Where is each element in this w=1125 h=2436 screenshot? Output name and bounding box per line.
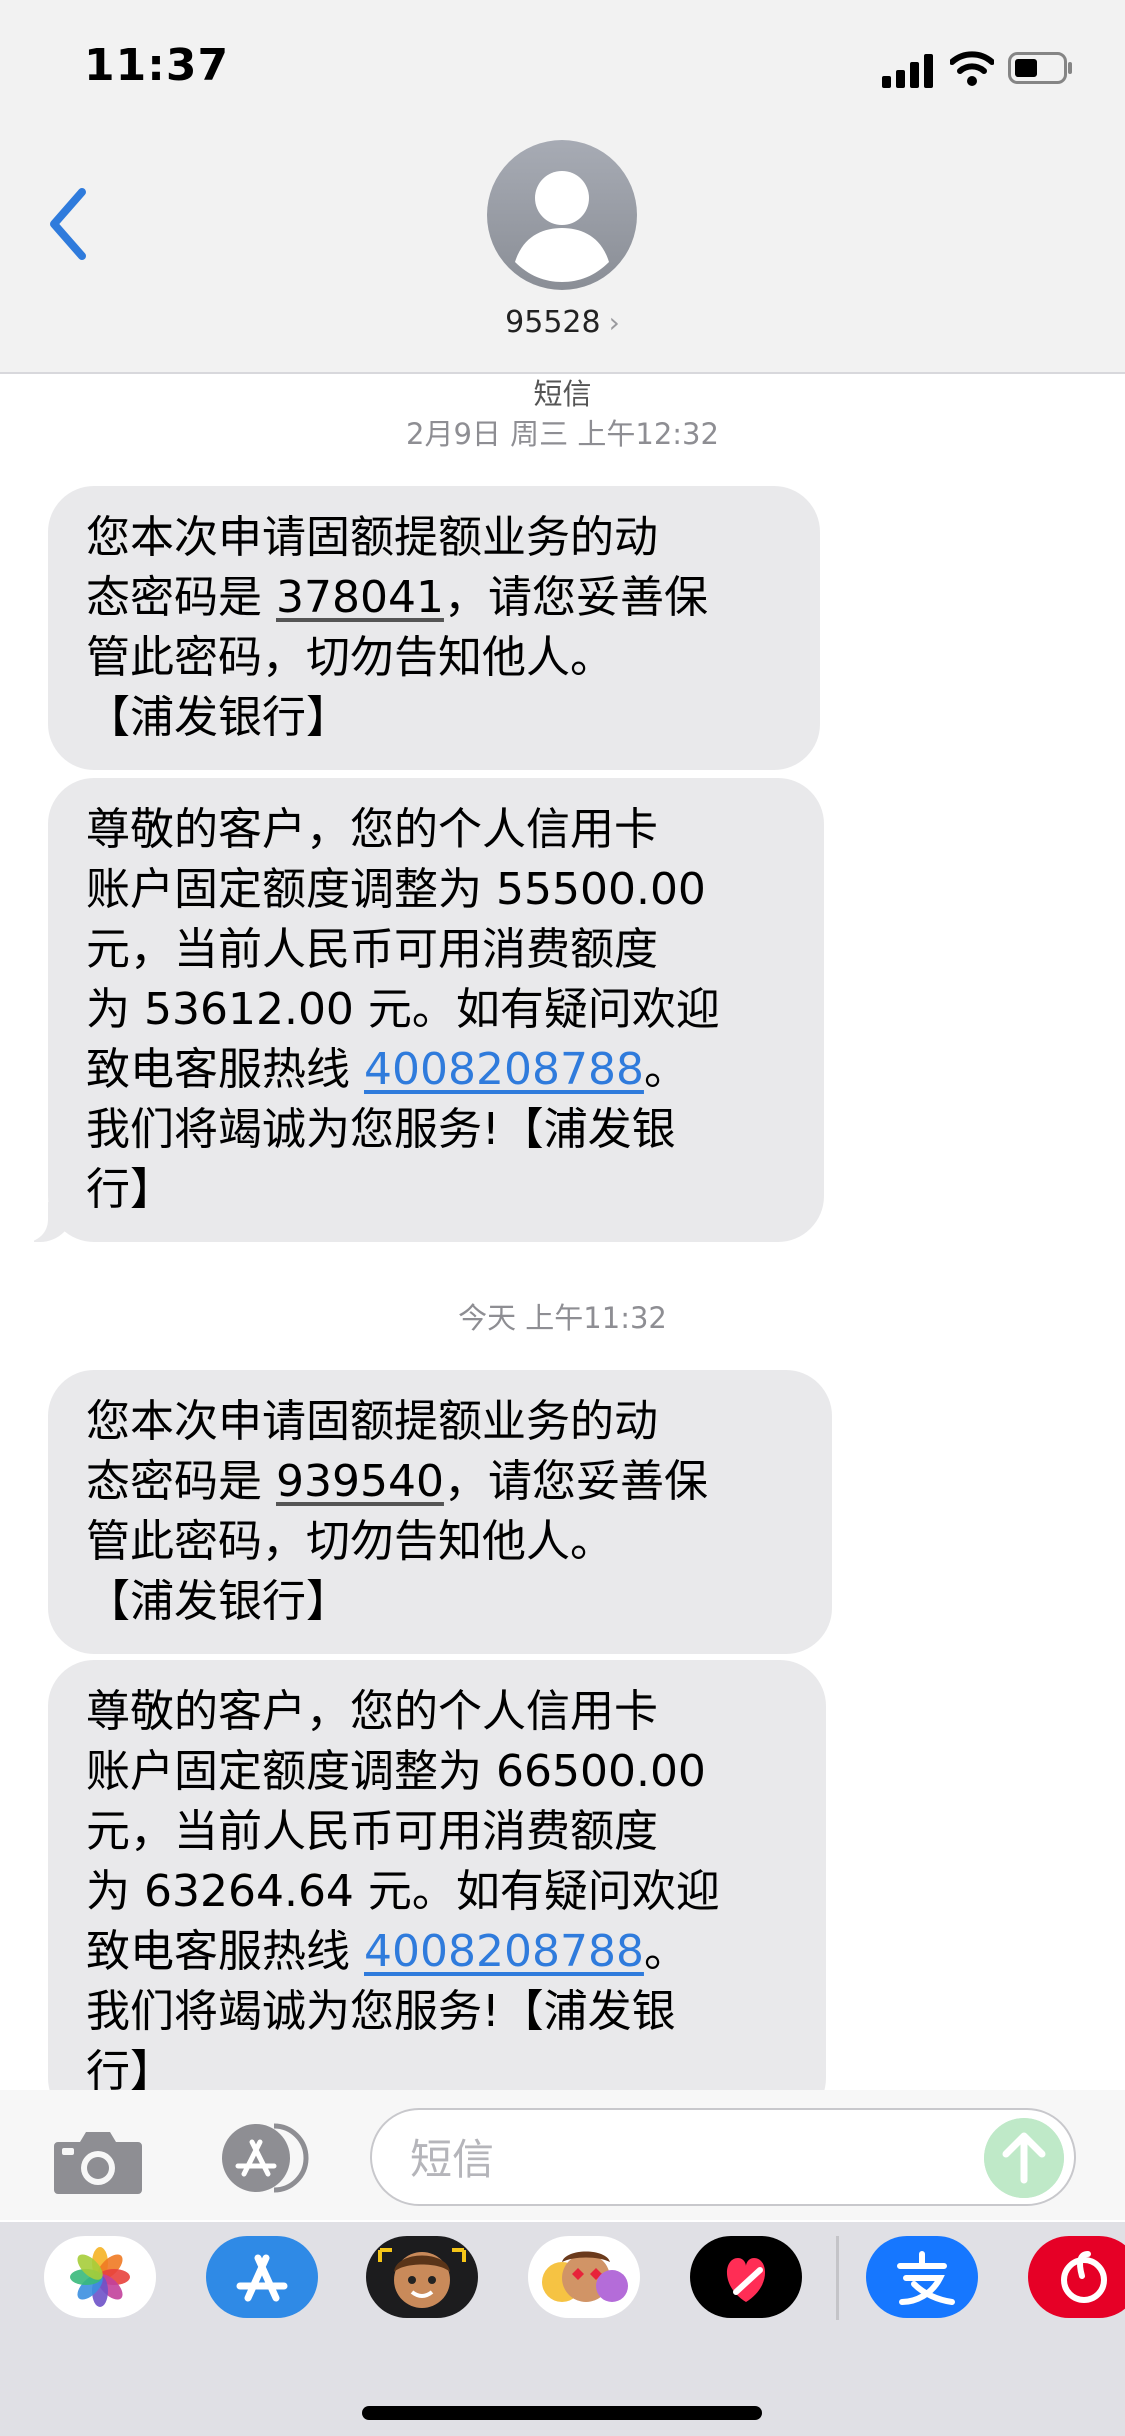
camera-icon[interactable]	[52, 2126, 144, 2196]
contact-number: 95528	[505, 305, 601, 340]
service-label: 短信	[533, 377, 592, 411]
message-field[interactable]	[370, 2108, 1076, 2206]
battery-icon	[1008, 52, 1072, 84]
memoji-icon[interactable]	[366, 2236, 478, 2318]
app-store-drawer-icon[interactable]	[208, 2120, 318, 2196]
contact-name[interactable]: 95528 ›	[0, 305, 1125, 340]
verification-code[interactable]: 939540	[276, 1456, 444, 1507]
alipay-icon[interactable]	[866, 2236, 978, 2318]
contact-avatar[interactable]	[487, 140, 637, 290]
message-input-bar	[0, 2090, 1125, 2220]
digital-touch-icon[interactable]	[690, 2236, 802, 2318]
phone-link[interactable]: 4008208788	[364, 1044, 644, 1095]
status-bar: 11:37	[0, 0, 1125, 140]
message-bubble[interactable]: 您本次申请固额提额业务的动 态密码是 378041，请您妥善保 管此密码，切勿告…	[48, 486, 820, 770]
message-bubble[interactable]: 您本次申请固额提额业务的动 态密码是 939540，请您妥善保 管此密码，切勿告…	[48, 1370, 832, 1654]
phone-link[interactable]: 4008208788	[364, 1926, 644, 1977]
message-input[interactable]	[408, 2130, 972, 2188]
verification-code[interactable]: 378041	[276, 572, 444, 623]
message-list[interactable]: 短信 2月9日 周三 上午12:32 您本次申请固额提额业务的动 态密码是 37…	[0, 374, 1125, 2090]
timestamp: 今天 上午11:32	[458, 1301, 667, 1335]
timestamp: 2月9日 周三 上午12:32	[406, 417, 719, 451]
app-store-icon[interactable]	[206, 2236, 318, 2318]
home-indicator[interactable]	[362, 2406, 762, 2420]
send-arrow-icon[interactable]	[984, 2118, 1064, 2198]
memoji-stickers-icon[interactable]	[528, 2236, 640, 2318]
person-silhouette-icon	[515, 171, 609, 282]
wifi-icon	[950, 51, 994, 86]
back-chevron-icon[interactable]	[44, 184, 94, 264]
status-time: 11:37	[84, 40, 230, 91]
photos-icon[interactable]	[44, 2236, 156, 2318]
imessage-app-strip	[0, 2222, 1125, 2436]
chevron-right-icon: ›	[608, 306, 620, 339]
message-bubble[interactable]: 尊敬的客户，您的个人信用卡 账户固定额度调整为 55500.00 元，当前人民币…	[22, 778, 824, 1242]
app-strip-divider	[836, 2236, 839, 2320]
netease-music-icon[interactable]	[1028, 2236, 1125, 2318]
conversation-header: 95528 ›	[0, 140, 1125, 374]
message-bubble[interactable]: 尊敬的客户，您的个人信用卡 账户固定额度调整为 66500.00 元，当前人民币…	[48, 1660, 826, 2090]
cellular-signal-icon	[882, 52, 934, 88]
